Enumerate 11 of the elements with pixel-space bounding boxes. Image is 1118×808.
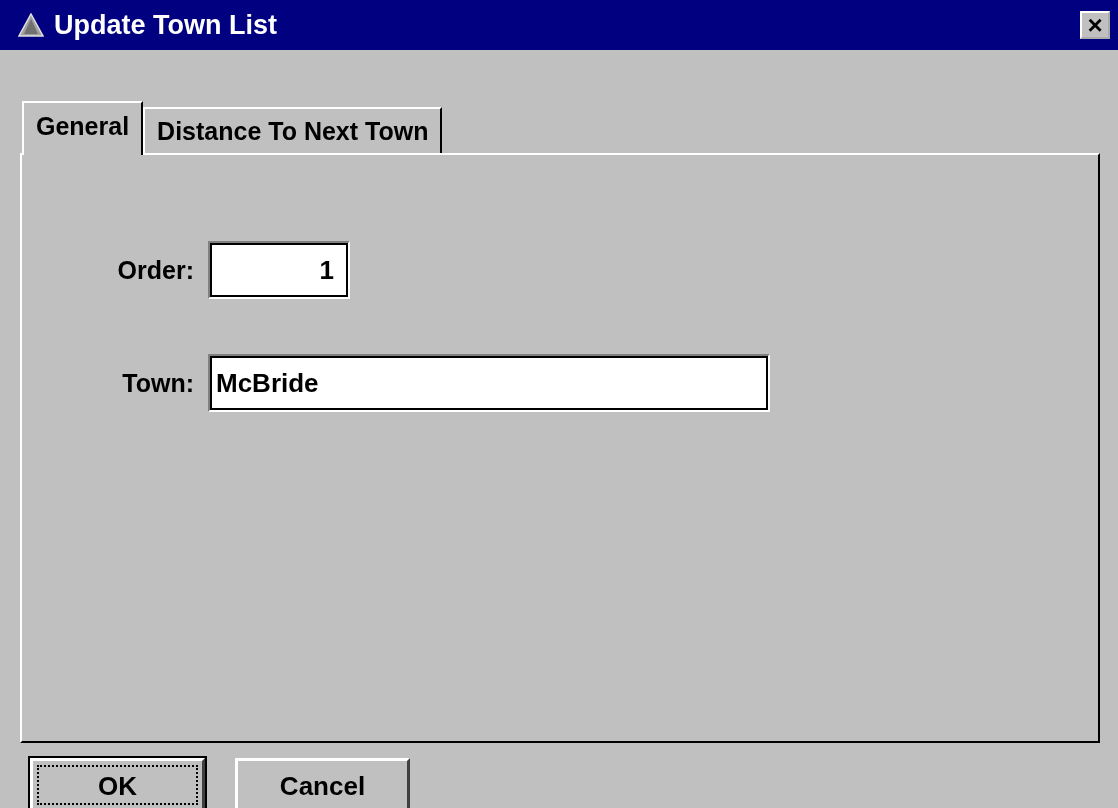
field-label: Order: xyxy=(116,255,195,285)
field-label: Town: xyxy=(121,368,195,398)
dialog-button[interactable]: OK xyxy=(30,758,205,808)
triangle-icon xyxy=(18,13,44,37)
dialog-button[interactable]: Cancel xyxy=(235,758,410,808)
tab[interactable]: General xyxy=(22,101,144,155)
input-field[interactable]: McBride xyxy=(208,354,770,412)
input-field[interactable]: 1 xyxy=(208,241,350,299)
close-button[interactable]: × xyxy=(1080,11,1110,39)
tab[interactable]: Distance To Next Town xyxy=(143,107,443,153)
window-title: Update Town List xyxy=(54,9,278,41)
